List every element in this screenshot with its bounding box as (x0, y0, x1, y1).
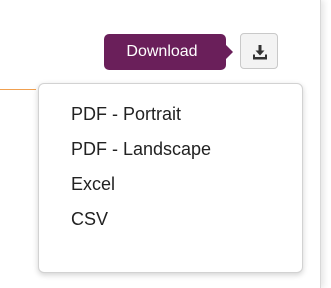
download-icon (253, 45, 267, 60)
download-button[interactable] (240, 33, 278, 69)
menu-item-excel[interactable]: Excel (39, 167, 302, 202)
menu-item-csv[interactable]: CSV (39, 202, 302, 237)
accent-divider (0, 89, 36, 90)
download-menu: PDF - Portrait PDF - Landscape Excel CSV (38, 83, 303, 273)
tooltip-text: Download (126, 43, 198, 60)
menu-item-pdf-portrait[interactable]: PDF - Portrait (39, 97, 302, 132)
menu-item-pdf-landscape[interactable]: PDF - Landscape (39, 132, 302, 167)
download-tooltip: Download (104, 34, 233, 70)
